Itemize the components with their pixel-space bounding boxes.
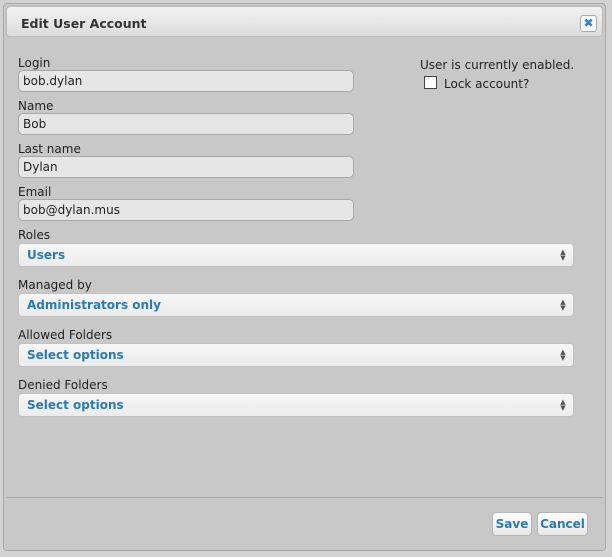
managed-by-select[interactable]: Administrators only ▲ ▼ xyxy=(18,293,574,317)
allowed-folders-select[interactable]: Select options ▲ ▼ xyxy=(18,343,574,367)
select-arrows-icon: ▲ ▼ xyxy=(560,298,566,312)
close-button[interactable]: ✖ xyxy=(580,15,597,32)
denied-folders-placeholder: Select options xyxy=(27,398,124,412)
allowed-folders-label: Allowed Folders xyxy=(18,328,113,342)
login-input[interactable] xyxy=(18,70,354,92)
denied-folders-label: Denied Folders xyxy=(18,378,108,392)
select-arrows-icon: ▲ ▼ xyxy=(560,348,566,362)
denied-folders-select[interactable]: Select options ▲ ▼ xyxy=(18,393,574,417)
managed-by-selected-value: Administrators only xyxy=(27,298,161,312)
name-label: Name xyxy=(18,99,54,113)
lastname-input[interactable] xyxy=(18,156,354,178)
email-label: Email xyxy=(18,185,52,199)
footer-divider xyxy=(6,497,603,498)
login-label: Login xyxy=(18,56,51,70)
allowed-folders-placeholder: Select options xyxy=(27,348,124,362)
dialog-titlebar[interactable]: Edit User Account ✖ xyxy=(6,6,603,37)
select-arrows-icon: ▲ ▼ xyxy=(560,398,566,412)
roles-label: Roles xyxy=(18,228,51,242)
lastname-label: Last name xyxy=(18,142,81,156)
account-status-text: User is currently enabled. xyxy=(420,58,575,72)
dialog-title: Edit User Account xyxy=(21,16,147,31)
save-button[interactable]: Save xyxy=(492,512,532,536)
name-input[interactable] xyxy=(18,113,354,135)
cancel-button[interactable]: Cancel xyxy=(537,512,588,536)
close-icon: ✖ xyxy=(583,16,594,30)
managed-by-label: Managed by xyxy=(18,278,92,292)
roles-selected-value: Users xyxy=(27,248,66,262)
lock-account-checkbox[interactable] xyxy=(424,76,437,89)
lock-account-label[interactable]: Lock account? xyxy=(444,77,529,91)
email-input[interactable] xyxy=(18,199,354,221)
roles-select[interactable]: Users ▲ ▼ xyxy=(18,243,574,267)
select-arrows-icon: ▲ ▼ xyxy=(560,248,566,262)
edit-user-dialog: Edit User Account ✖ Login Name Last name… xyxy=(3,3,606,551)
